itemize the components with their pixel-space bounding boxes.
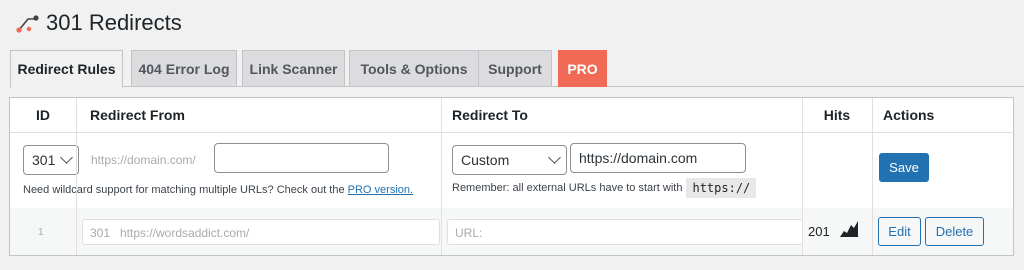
table-row: 1 301 https://wordsaddict.com/ URL: 201 … <box>10 208 1013 255</box>
hits-count: 201 <box>808 224 830 239</box>
tab-pro[interactable]: PRO <box>558 50 607 87</box>
page-header: 301 Redirects <box>16 10 182 36</box>
column-header-hits: Hits <box>823 107 851 123</box>
external-url-help-label: Remember: all external URLs have to star… <box>452 182 683 194</box>
redirect-rules-table: ID Redirect From Redirect To Hits Action… <box>9 97 1014 256</box>
target-type-value: Custom <box>461 152 510 168</box>
delete-button[interactable]: Delete <box>925 217 984 246</box>
redirect-from-input[interactable] <box>214 143 389 173</box>
redirect-logo-icon <box>16 15 39 33</box>
tab-tools-options[interactable]: Tools & Options <box>349 50 479 87</box>
divider <box>441 98 442 255</box>
pro-version-link[interactable]: PRO version. <box>348 184 413 196</box>
save-button[interactable]: Save <box>879 153 929 182</box>
divider <box>872 98 873 255</box>
target-type-select[interactable]: Custom <box>452 145 567 175</box>
tab-link-scanner[interactable]: Link Scanner <box>242 50 345 87</box>
divider <box>76 98 77 255</box>
redirect-to-input[interactable]: https://domain.com <box>570 143 746 173</box>
column-header-redirect-from: Redirect From <box>90 107 185 123</box>
tab-support[interactable]: Support <box>478 50 552 87</box>
rule-from-url: https://wordsaddict.com/ <box>120 226 250 240</box>
redirect-from-prefix: https://domain.com/ <box>91 153 196 167</box>
tab-redirect-rules[interactable]: Redirect Rules <box>10 50 123 88</box>
edit-button[interactable]: Edit <box>878 217 921 246</box>
redirect-to-field <box>447 219 803 245</box>
column-header-redirect-to: Redirect To <box>452 107 528 123</box>
divider <box>802 98 803 255</box>
status-code-value: 301 <box>32 152 56 168</box>
rule-status-code: 301 <box>90 226 111 240</box>
tab-404-error-log[interactable]: 404 Error Log <box>131 50 237 87</box>
wildcard-help-text: Need wildcard support for matching multi… <box>23 184 413 196</box>
https-code-hint: https:// <box>686 178 757 198</box>
chevron-down-icon <box>60 151 73 164</box>
tab-bar: Redirect Rules 404 Error Log Link Scanne… <box>10 50 1024 88</box>
column-header-id: ID <box>36 107 50 123</box>
hits-chart-icon[interactable] <box>839 219 859 239</box>
page-title: 301 Redirects <box>46 10 182 35</box>
rule-id: 1 <box>38 227 44 238</box>
chevron-down-icon <box>548 151 561 164</box>
status-code-select[interactable]: 301 <box>23 145 79 175</box>
column-header-actions: Actions <box>883 107 935 123</box>
new-rule-row: 301 https://domain.com/ Need wildcard su… <box>10 133 1013 208</box>
wildcard-help-label: Need wildcard support for matching multi… <box>23 184 348 196</box>
rule-to-prefix: URL: <box>455 226 483 240</box>
external-url-help-text: Remember: all external URLs have to star… <box>452 178 757 198</box>
